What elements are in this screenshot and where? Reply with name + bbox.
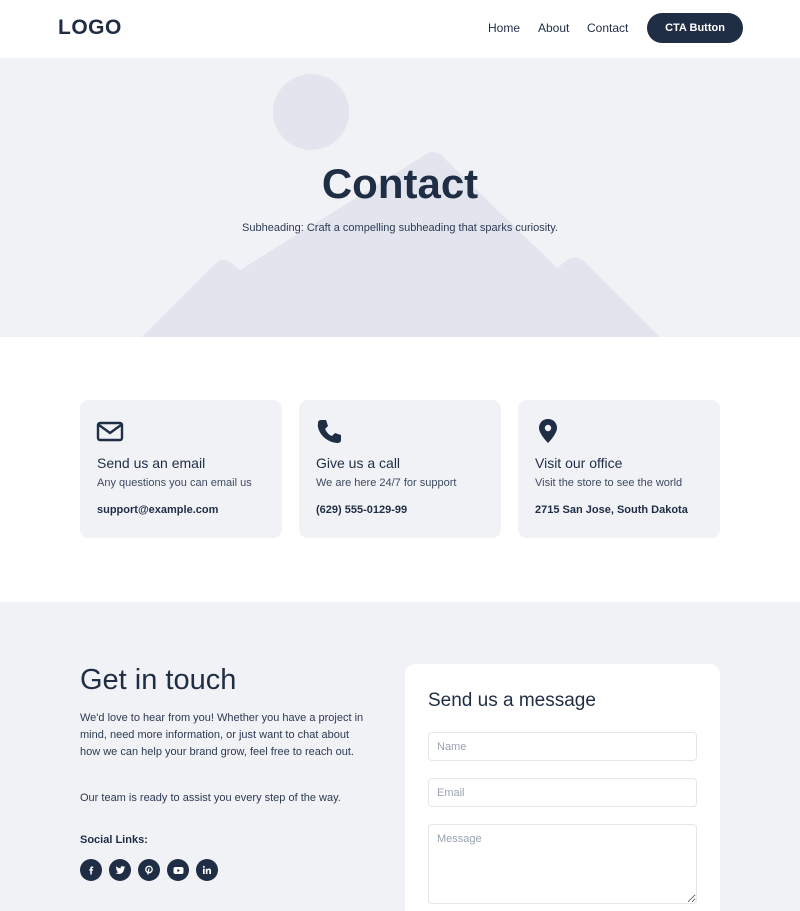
email-card: Send us an email Any questions you can e… — [80, 400, 282, 538]
card-title: Give us a call — [316, 455, 401, 471]
hero-subheading: Subheading: Craft a compelling subheadin… — [242, 222, 558, 234]
page-title: Contact — [321, 160, 479, 207]
form-title: Send us a message — [428, 690, 596, 711]
facebook-icon[interactable] — [80, 859, 102, 881]
email-address[interactable]: support@example.com — [97, 504, 218, 516]
phone-card: Give us a call We are here 24/7 for supp… — [299, 400, 501, 538]
youtube-icon[interactable] — [167, 859, 189, 881]
phone-icon — [317, 420, 341, 443]
cta-button[interactable]: CTA Button — [647, 13, 743, 43]
contact-form: Send us a message — [405, 664, 720, 911]
sun-shape — [273, 74, 349, 150]
section-title: Get in touch — [80, 664, 237, 696]
linkedin-icon[interactable] — [196, 859, 218, 881]
office-address[interactable]: 2715 San Jose, South Dakota — [535, 504, 688, 516]
team-paragraph: Our team is ready to assist you every st… — [80, 792, 341, 804]
card-description: Visit the store to see the world — [535, 477, 683, 489]
site-header: LOGO Home About Contact CTA Button — [0, 0, 800, 58]
name-input[interactable] — [428, 732, 697, 761]
get-in-touch-section: Get in touch We'd love to hear from you!… — [0, 602, 800, 911]
hero-section: Contact Subheading: Craft a compelling s… — [0, 58, 800, 337]
card-title: Visit our office — [535, 455, 623, 471]
social-links-label: Social Links: — [80, 834, 148, 846]
email-input[interactable] — [428, 778, 697, 807]
logo[interactable]: LOGO — [58, 16, 122, 40]
nav-contact-link[interactable]: Contact — [587, 21, 628, 35]
office-card: Visit our office Visit the store to see … — [518, 400, 720, 538]
twitter-icon[interactable] — [109, 859, 131, 881]
nav-about-link[interactable]: About — [538, 21, 569, 35]
message-textarea[interactable] — [428, 824, 697, 904]
intro-paragraph: We'd love to hear from you! Whether you … — [80, 712, 364, 758]
card-title: Send us an email — [97, 455, 206, 471]
envelope-icon — [96, 421, 124, 442]
phone-number[interactable]: (629) 555-0129-99 — [316, 504, 407, 516]
nav-home-link[interactable]: Home — [488, 21, 520, 35]
card-description: Any questions you can email us — [97, 477, 252, 489]
map-pin-icon — [539, 419, 557, 443]
card-description: We are here 24/7 for support — [316, 477, 457, 489]
pinterest-icon[interactable] — [138, 859, 160, 881]
